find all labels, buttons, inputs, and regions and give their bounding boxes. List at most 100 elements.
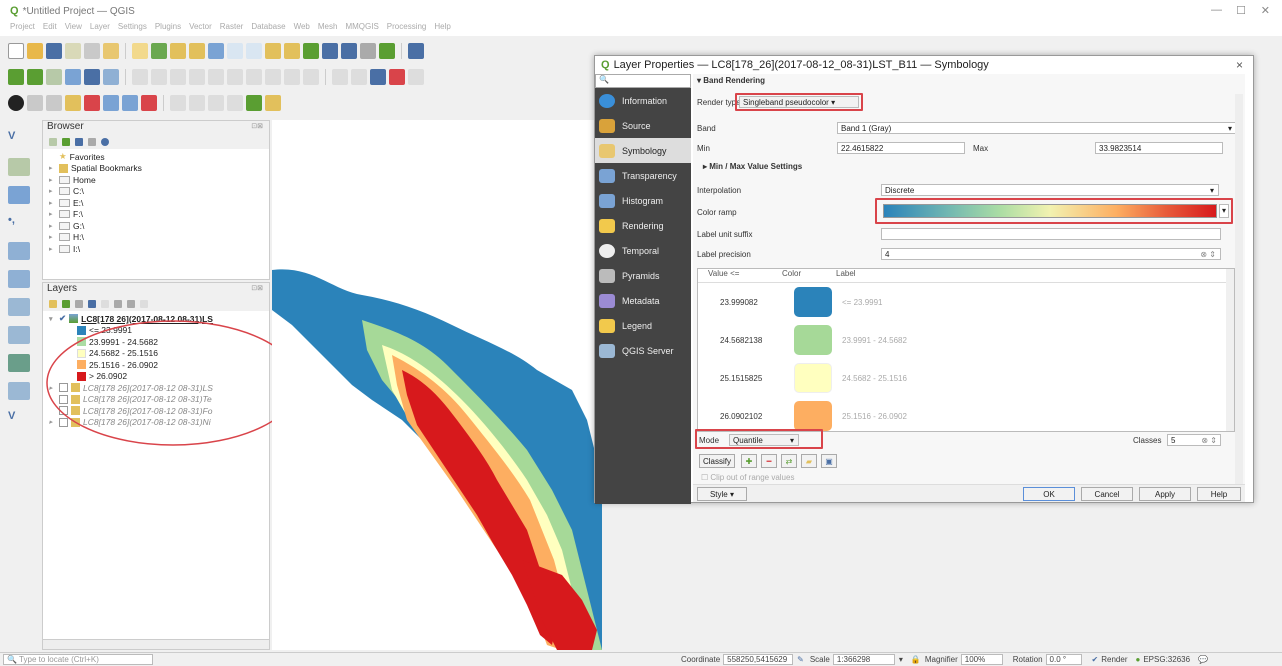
layout-manager-icon[interactable]: [84, 43, 100, 59]
add-arcgis-layer-icon[interactable]: [8, 382, 30, 400]
dialog-close-button[interactable]: ×: [1236, 58, 1243, 72]
remove-class-icon[interactable]: ━: [761, 454, 777, 468]
nav-transparency[interactable]: Transparency: [595, 163, 691, 188]
horizontal-scrollbar[interactable]: [43, 639, 269, 649]
menu-raster[interactable]: Raster: [220, 22, 244, 36]
zoom-full-icon[interactable]: [208, 43, 224, 59]
menu-plugins[interactable]: Plugins: [155, 22, 181, 36]
filter-expression-icon[interactable]: [101, 300, 109, 308]
load-icon[interactable]: ▰: [801, 454, 817, 468]
nav-source[interactable]: Source: [595, 113, 691, 138]
browser-item[interactable]: ▸ I:\: [49, 243, 269, 255]
bookmark-icon[interactable]: [322, 43, 338, 59]
form-annotation-icon[interactable]: [208, 95, 224, 111]
close-panel-icon[interactable]: ⊡⊠: [251, 284, 263, 292]
refresh-icon[interactable]: [379, 43, 395, 59]
add-feature-icon[interactable]: [170, 69, 186, 85]
rotation-field[interactable]: 0.0 °: [1045, 654, 1082, 665]
unit-suffix-input[interactable]: [881, 228, 1221, 240]
map-canvas[interactable]: [272, 120, 602, 650]
highlight-label-icon[interactable]: [370, 69, 386, 85]
nav-symbology[interactable]: Symbology: [595, 138, 691, 163]
collapse-icon[interactable]: [88, 138, 96, 146]
html-annotation-icon[interactable]: [227, 95, 243, 111]
browser-item[interactable]: ▸ Spatial Bookmarks: [49, 163, 269, 175]
browser-item[interactable]: ▸ C:\: [49, 186, 269, 198]
select-by-value-icon[interactable]: [65, 95, 81, 111]
filter-icon[interactable]: [75, 138, 83, 146]
band-select[interactable]: Band 1 (Gray) ▾: [837, 122, 1237, 134]
menu-database[interactable]: Database: [251, 22, 285, 36]
col-color[interactable]: Color: [782, 269, 836, 282]
max-input[interactable]: 33.9823514: [1095, 142, 1223, 154]
temporal-icon[interactable]: [360, 43, 376, 59]
scale-field[interactable]: 1:366298: [832, 654, 895, 665]
properties-icon[interactable]: [101, 138, 109, 146]
vertex-tool-icon[interactable]: [189, 69, 205, 85]
cancel-button[interactable]: Cancel: [1081, 487, 1133, 501]
browser-item[interactable]: ▸ H:\: [49, 232, 269, 244]
expand-all-icon[interactable]: [114, 300, 122, 308]
filter-legend-icon[interactable]: [88, 300, 96, 308]
nav-temporal[interactable]: Temporal: [595, 238, 691, 263]
color-swatch[interactable]: [794, 401, 832, 431]
locator-input[interactable]: 🔍 Type to locate (Ctrl+K): [3, 654, 153, 665]
label-tool-icon[interactable]: [332, 69, 348, 85]
col-value[interactable]: Value <=: [698, 269, 782, 282]
attribute-table-icon[interactable]: [103, 95, 119, 111]
pan-to-selection-icon[interactable]: [151, 43, 167, 59]
deselect-icon[interactable]: [84, 95, 100, 111]
nav-qgis-server[interactable]: QGIS Server: [595, 338, 691, 363]
add-xyz-layer-icon[interactable]: [8, 354, 30, 372]
browser-item[interactable]: ★ Favorites: [49, 151, 269, 163]
add-layer-icon[interactable]: [8, 69, 24, 85]
add-raster-icon[interactable]: [46, 69, 62, 85]
show-label-icon[interactable]: [389, 69, 405, 85]
panel-scrollbar[interactable]: [1235, 94, 1243, 484]
copy-icon[interactable]: [246, 69, 262, 85]
menu-help[interactable]: Help: [434, 22, 450, 36]
add-vector-layer-icon[interactable]: V: [8, 130, 30, 148]
add-class-icon[interactable]: ✚: [741, 454, 757, 468]
text-annotation-icon[interactable]: [189, 95, 205, 111]
add-group-icon[interactable]: [62, 300, 70, 308]
maximize-button[interactable]: ☐: [1236, 4, 1246, 17]
layout-icon[interactable]: [65, 43, 81, 59]
redo-icon[interactable]: [303, 69, 319, 85]
menu-layer[interactable]: Layer: [90, 22, 110, 36]
min-input[interactable]: 22.4615822: [837, 142, 965, 154]
apply-button[interactable]: Apply: [1139, 487, 1191, 501]
refresh-browser-icon[interactable]: [62, 138, 70, 146]
processing-toolbox-icon[interactable]: [246, 95, 262, 111]
table-row[interactable]: 25.1515825 24.5682 - 25.1516: [698, 359, 1234, 397]
measure-icon[interactable]: [27, 95, 43, 111]
manage-themes-icon[interactable]: [75, 300, 83, 308]
save-project-icon[interactable]: [46, 43, 62, 59]
add-spatialite-icon[interactable]: [8, 242, 30, 260]
col-label[interactable]: Label: [836, 269, 1036, 282]
classes-spinbox[interactable]: 5 ⊗ ⇕: [1167, 434, 1221, 446]
menu-mesh[interactable]: Mesh: [318, 22, 338, 36]
add-raster-layer-icon[interactable]: [8, 158, 30, 176]
menu-processing[interactable]: Processing: [387, 22, 427, 36]
add-wcs-layer-icon[interactable]: [8, 326, 30, 344]
move-label-icon[interactable]: [408, 69, 424, 85]
zoom-native-icon[interactable]: [265, 43, 281, 59]
lock-scale-icon[interactable]: 🔒: [911, 655, 921, 664]
section-band-rendering[interactable]: ▾ Band Rendering: [697, 76, 765, 85]
color-swatch[interactable]: [794, 325, 832, 355]
menu-view[interactable]: View: [65, 22, 82, 36]
annotation-icon[interactable]: [170, 95, 186, 111]
table-scrollbar[interactable]: [1226, 269, 1234, 431]
color-swatch[interactable]: [794, 363, 832, 393]
classify-button[interactable]: Classify: [699, 454, 735, 468]
precision-spinbox[interactable]: 4 ⊗ ⇕: [881, 248, 1221, 260]
add-vector-icon[interactable]: [27, 69, 43, 85]
messages-icon[interactable]: 💬: [1198, 655, 1208, 664]
clip-checkbox[interactable]: ☐ Clip out of range values: [701, 473, 794, 482]
new-project-icon[interactable]: [8, 43, 24, 59]
collapse-all-icon[interactable]: [127, 300, 135, 308]
menu-edit[interactable]: Edit: [43, 22, 57, 36]
add-delimited-text-icon[interactable]: •,: [8, 214, 30, 232]
add-wms-layer-icon[interactable]: [8, 298, 30, 316]
